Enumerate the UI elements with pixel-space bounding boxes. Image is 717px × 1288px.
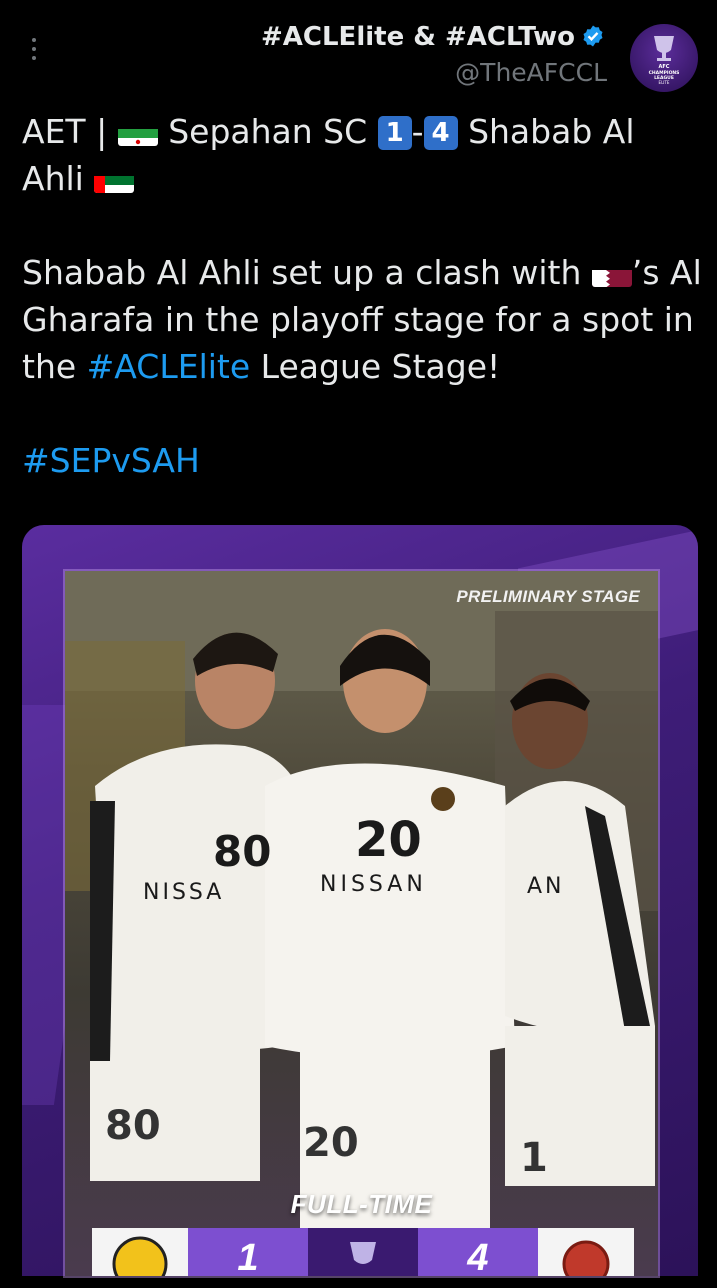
away-team-name-part1: Shabab Al bbox=[468, 112, 635, 151]
scoreboard-home-score: 1 bbox=[188, 1228, 308, 1279]
tweet-text: AET | Sepahan SC 1-4 Shabab Al Ahli Shab… bbox=[22, 108, 702, 484]
match-photo[interactable]: 80 NISSA 20 NISSAN AN 80 20 1 PRELIMINAR… bbox=[65, 571, 658, 1276]
more-options-icon[interactable] bbox=[30, 38, 40, 65]
away-team-name-part2: Ahli bbox=[22, 159, 84, 198]
scoreboard-away-score: 4 bbox=[418, 1228, 538, 1279]
qatar-flag-icon bbox=[591, 261, 632, 287]
description-text-a: Shabab Al Ahli set up a clash with bbox=[22, 253, 592, 292]
hashtag-sepvsah-link[interactable]: #SEPvSAH bbox=[22, 441, 200, 480]
author-display-name[interactable]: #ACLElite & #ACLTwo bbox=[261, 22, 605, 52]
shabab-al-ahli-crest-icon bbox=[538, 1228, 634, 1288]
players-illustration: 80 NISSA 20 NISSAN AN 80 20 1 bbox=[65, 571, 658, 1276]
player-left-sponsor: NISSA bbox=[143, 880, 224, 905]
player-left-number: 80 bbox=[213, 827, 271, 876]
hashtag-aclelite-link[interactable]: #ACLElite bbox=[87, 347, 251, 386]
uae-flag-icon bbox=[94, 167, 135, 193]
scoreboard-bar: 1 4 bbox=[92, 1228, 634, 1288]
home-team-name: Sepahan SC bbox=[168, 112, 368, 151]
tweet-line-result: AET | Sepahan SC 1-4 Shabab Al Ahli bbox=[22, 108, 702, 202]
author-handle[interactable]: @TheAFCCL bbox=[455, 58, 607, 87]
shorts-middle-number: 20 bbox=[303, 1120, 359, 1166]
svg-text:AFC: AFC bbox=[659, 64, 670, 70]
verified-badge-icon bbox=[583, 25, 603, 47]
aet-label: AET | bbox=[22, 112, 118, 151]
trophy-icon bbox=[308, 1228, 418, 1276]
player-middle-number: 20 bbox=[355, 812, 422, 868]
score-separator: - bbox=[411, 112, 424, 151]
tweet-line-description: Shabab Al Ahli set up a clash with ’s Al… bbox=[22, 249, 702, 390]
afc-champions-league-logo: AFC CHAMPIONS LEAGUE ELITE bbox=[649, 36, 679, 85]
fulltime-label: FULL-TIME bbox=[290, 1189, 433, 1219]
sepahan-crest-icon bbox=[92, 1228, 188, 1288]
shorts-right-number: 1 bbox=[520, 1135, 548, 1181]
home-score-keycap: 1 bbox=[377, 116, 412, 150]
shorts-left-number: 80 bbox=[105, 1103, 161, 1149]
away-score-keycap: 4 bbox=[423, 116, 458, 150]
avatar[interactable]: AFC CHAMPIONS LEAGUE ELITE bbox=[630, 24, 698, 92]
description-text-c: League Stage! bbox=[250, 347, 501, 386]
svg-text:ELITE: ELITE bbox=[659, 80, 670, 85]
iran-flag-icon bbox=[117, 120, 158, 146]
player-right-sponsor: AN bbox=[527, 874, 565, 899]
stage-label: PRELIMINARY STAGE bbox=[456, 587, 640, 606]
tweet-header: #ACLElite & #ACLTwo @TheAFCCL AFC CHAMPI… bbox=[0, 0, 717, 100]
player-middle-sponsor: NISSAN bbox=[320, 872, 427, 897]
